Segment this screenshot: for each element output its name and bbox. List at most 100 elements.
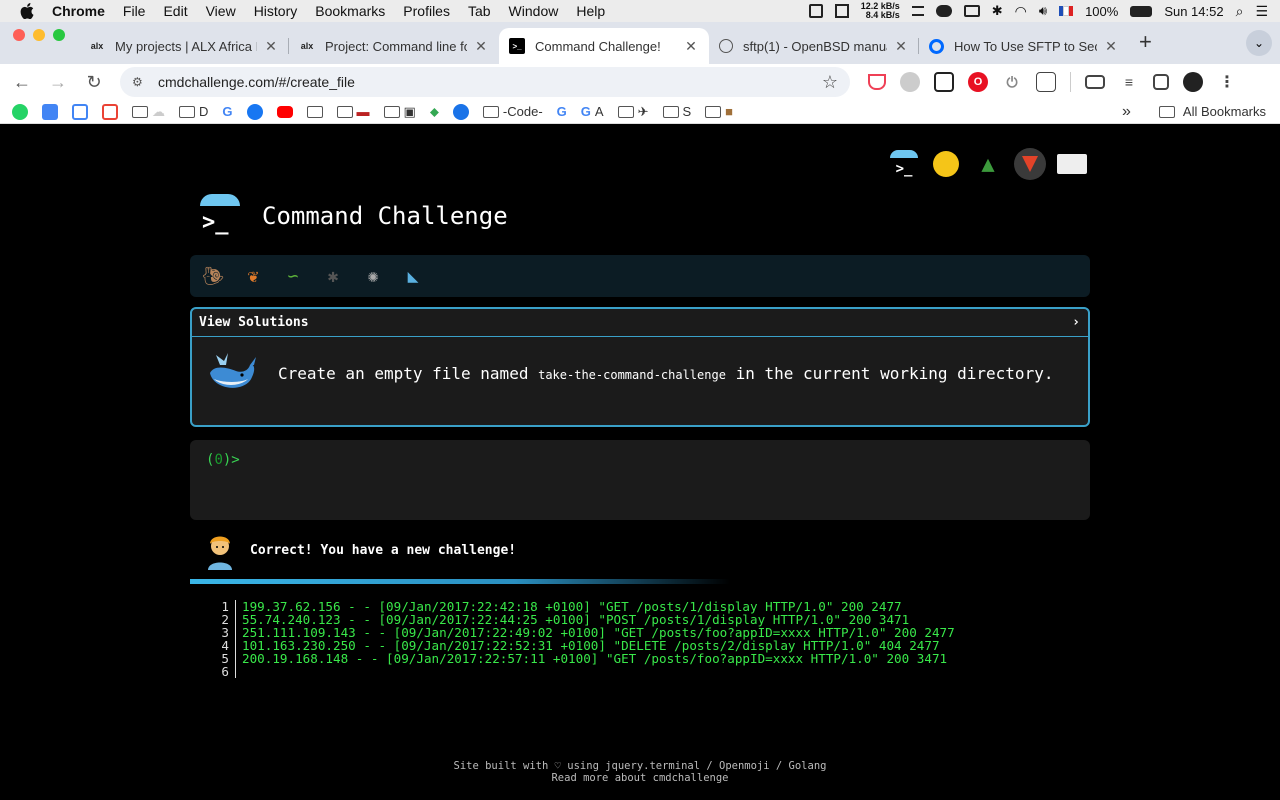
bookmark-gmail[interactable] — [102, 103, 118, 120]
tree-icon[interactable]: ▲ — [972, 148, 1004, 180]
bookmark-maps[interactable]: ⬥ — [430, 104, 439, 120]
bookmark-folder-d[interactable]: D — [179, 104, 208, 119]
view-solutions-toggle[interactable]: View Solutions › — [192, 309, 1088, 337]
whale-icon[interactable]: ◣ — [398, 261, 428, 291]
menu-tab[interactable]: Tab — [468, 3, 491, 19]
clock[interactable]: Sun 14:52 — [1164, 4, 1223, 19]
volume-icon[interactable]: 🔊︎ — [1039, 3, 1047, 19]
cast-icon[interactable] — [1085, 75, 1105, 89]
close-tab-icon[interactable]: ✕ — [683, 38, 699, 55]
new-tab-button[interactable]: + — [1129, 29, 1166, 61]
profile-avatar[interactable] — [1183, 72, 1203, 92]
folder-icon — [482, 105, 499, 118]
footer-credits[interactable]: Site built with ♡ using jquery.terminal … — [0, 760, 1280, 772]
bookmark-calendar[interactable] — [72, 103, 88, 120]
bookmark-google[interactable]: G — [222, 104, 232, 119]
forward-button[interactable]: → — [44, 68, 72, 96]
bookmark-label: -Code- — [502, 104, 543, 119]
bookmark-star-icon[interactable]: ☆ — [822, 72, 838, 93]
close-tab-icon[interactable]: ✕ — [473, 38, 489, 55]
bookmark-folder-code[interactable]: -Code- — [482, 104, 543, 119]
drive-icon[interactable] — [808, 4, 823, 18]
address-bar[interactable]: ⚙ cmdchallenge.com/#/create_file ☆ — [120, 67, 850, 97]
tab-my-projects[interactable]: alx My projects | ALX Africa Intranet ✕ — [79, 28, 289, 64]
tab-command-challenge[interactable]: >_ Command Challenge! ✕ — [499, 28, 709, 64]
extensions-puzzle-icon[interactable] — [1036, 72, 1056, 92]
menu-bookmarks[interactable]: Bookmarks — [315, 3, 385, 19]
bluetooth-icon[interactable]: ✱ — [992, 3, 1003, 19]
site-info-icon[interactable]: ⚙ — [132, 75, 148, 89]
close-window-button[interactable] — [13, 29, 25, 41]
bookmark-google-2[interactable]: G — [557, 104, 567, 119]
shushing-face-icon[interactable] — [930, 148, 962, 180]
url-text[interactable]: cmdchallenge.com/#/create_file — [158, 74, 822, 90]
network-speed[interactable]: 12.2 kB/s 8.4 kB/s — [861, 2, 900, 20]
spider-web-icon[interactable]: ✺ — [358, 261, 388, 291]
bookmark-folder-s[interactable]: S — [662, 104, 691, 119]
menu-profiles[interactable]: Profiles — [403, 3, 450, 19]
gitlab-icon[interactable] — [1014, 148, 1046, 180]
bookmark-folder-travel[interactable]: ✈ — [617, 104, 649, 120]
bookmark-facebook[interactable] — [246, 103, 263, 120]
close-tab-icon[interactable]: ✕ — [893, 38, 909, 55]
menu-file[interactable]: File — [123, 3, 146, 19]
terminal-logo-icon[interactable]: >_ — [888, 148, 920, 180]
bookmark-folder-box[interactable]: ■ — [705, 104, 733, 119]
list-icon[interactable] — [911, 6, 924, 16]
close-tab-icon[interactable]: ✕ — [263, 38, 279, 55]
menu-history[interactable]: History — [254, 3, 298, 19]
extension-link-icon[interactable] — [934, 72, 954, 92]
zoom-window-button[interactable] — [53, 29, 65, 41]
media-control-icon[interactable]: ≡ — [1119, 72, 1139, 92]
bookmark-folder-3[interactable]: ▬ — [336, 104, 370, 119]
opera-icon[interactable]: O — [968, 72, 988, 92]
back-button[interactable]: ← — [8, 68, 36, 96]
battery-icon[interactable] — [1130, 5, 1153, 17]
tab-how-to-sftp[interactable]: How To Use SFTP to Secu ✕ — [919, 28, 1129, 64]
bookmark-translate[interactable] — [42, 103, 58, 120]
bookmark-edge[interactable] — [452, 103, 469, 120]
ant-icon[interactable]: ✱ — [318, 261, 348, 291]
bookmark-folder-2[interactable] — [306, 105, 323, 118]
wifi-icon[interactable]: ◠ — [1015, 3, 1027, 20]
snail-icon[interactable]: 🐌︎ — [198, 261, 228, 291]
menu-chrome[interactable]: Chrome — [52, 3, 105, 19]
whale-icon — [206, 351, 258, 395]
butterfly-icon[interactable]: ❦ — [238, 261, 268, 291]
caterpillar-icon[interactable]: ∽ — [278, 261, 308, 291]
spotlight-icon[interactable]: ⌕ — [1236, 3, 1244, 20]
menu-window[interactable]: Window — [509, 3, 559, 19]
power-icon[interactable]: ⏻ — [1002, 72, 1022, 92]
minimize-window-button[interactable] — [33, 29, 45, 41]
menu-edit[interactable]: Edit — [163, 3, 187, 19]
side-panel-icon[interactable] — [1153, 74, 1169, 90]
tab-project-command-line[interactable]: alx Project: Command line for ✕ — [289, 28, 499, 64]
airplay-icon[interactable] — [963, 5, 980, 17]
all-bookmarks-link[interactable]: All Bookmarks — [1183, 104, 1266, 119]
cloud-icon[interactable] — [935, 5, 952, 17]
bookmark-whatsapp[interactable] — [12, 103, 28, 120]
terminal-input[interactable]: (0)> — [190, 440, 1090, 520]
email-icon[interactable] — [1056, 148, 1088, 180]
pocket-icon[interactable] — [868, 74, 886, 90]
menu-view[interactable]: View — [206, 3, 236, 19]
bookmark-youtube[interactable] — [276, 105, 293, 118]
bookmark-google-a[interactable]: GA — [581, 104, 604, 119]
facebook-icon — [246, 103, 263, 120]
battery-percent[interactable]: 100% — [1085, 4, 1118, 19]
apple-menu-icon[interactable] — [20, 3, 36, 19]
more-bookmarks-icon[interactable]: » — [1122, 103, 1131, 121]
control-center-icon[interactable]: ☰ — [1255, 3, 1268, 20]
extension-grey-icon[interactable] — [900, 72, 920, 92]
bookmark-folder-4[interactable]: ▣ — [383, 104, 416, 120]
footer-about-link[interactable]: Read more about cmdchallenge — [0, 772, 1280, 784]
menu-help[interactable]: Help — [576, 3, 605, 19]
tab-search-button[interactable]: ⌄ — [1246, 30, 1272, 56]
windows-icon[interactable] — [834, 4, 849, 18]
close-tab-icon[interactable]: ✕ — [1103, 38, 1119, 55]
bookmark-folder-cloud[interactable]: ☁ — [132, 104, 165, 120]
tab-sftp-manual[interactable]: sftp(1) - OpenBSD manual ✕ — [709, 28, 919, 64]
reload-button[interactable]: ↻ — [80, 68, 108, 96]
chrome-menu-icon[interactable]: ⋮ — [1217, 72, 1237, 92]
keyboard-flag-icon[interactable] — [1059, 6, 1074, 16]
